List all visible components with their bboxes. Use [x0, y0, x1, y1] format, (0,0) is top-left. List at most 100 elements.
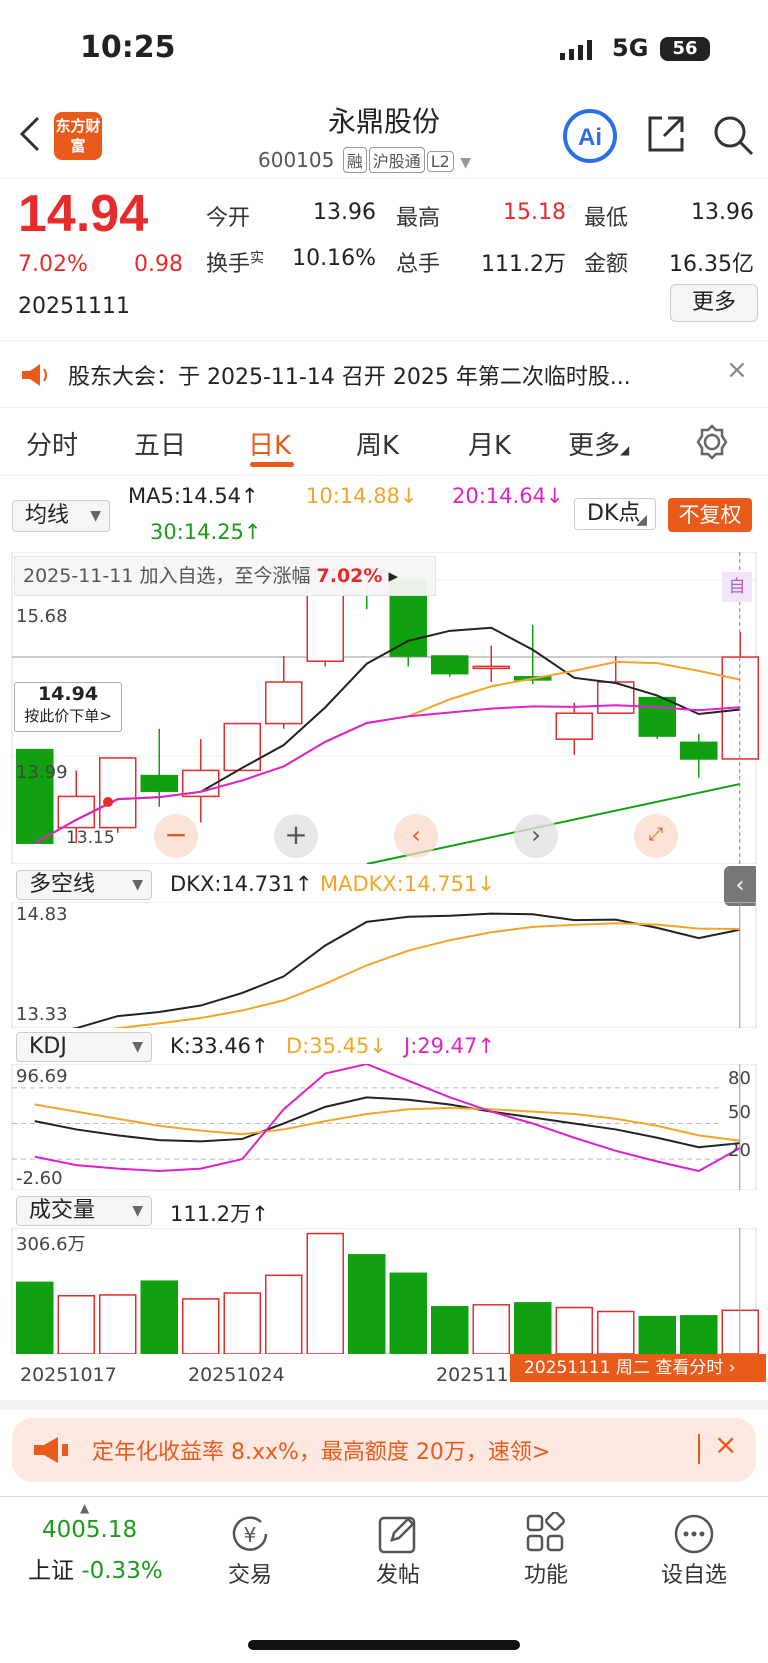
date-tooltip-button[interactable]: 20251111 周二 查看分时 › — [510, 1354, 766, 1382]
promo-banner[interactable]: 定年化收益率 8.xx%，最高额度 20万，速领> × — [12, 1418, 756, 1482]
volume-bar — [680, 1315, 718, 1354]
yuan-icon: ¥ — [232, 1516, 268, 1551]
ma-select[interactable]: 均线 ▼ — [12, 500, 110, 532]
volume-select[interactable]: 成交量 ▼ — [16, 1196, 152, 1226]
dkx-y-top: 14.83 — [16, 904, 68, 925]
tab-daily-k[interactable]: 日K — [248, 425, 291, 462]
search-icon[interactable] — [712, 114, 754, 156]
candle-body — [472, 665, 510, 670]
notice-bar[interactable]: 股东大会：于 2025-11-14 召开 2025 年第二次临时股... × — [0, 340, 768, 408]
dkx-select[interactable]: 多空线 ▼ — [16, 870, 152, 900]
volume-bar — [306, 1232, 344, 1354]
index-line[interactable]: 上证 -0.33% — [28, 1551, 163, 1585]
fullscreen-icon[interactable]: ⤢ — [634, 814, 678, 858]
close-icon[interactable]: × — [714, 1428, 737, 1461]
low-label: 最低 — [584, 206, 629, 231]
tag-margin: 融 — [342, 147, 367, 173]
kdj-d: D:35.45↓ — [286, 1034, 387, 1058]
kdj-select[interactable]: KDJ ▼ — [16, 1032, 152, 1062]
amount-label: 金额 — [584, 252, 629, 277]
kdj-level-80: 80 — [728, 1068, 751, 1089]
ma5-line — [34, 626, 741, 845]
svg-text:Ai: Ai — [578, 124, 602, 151]
candle-body — [57, 795, 95, 829]
candle-body — [265, 681, 303, 725]
banner-divider — [698, 1434, 700, 1464]
open-label: 今开 — [206, 206, 251, 231]
turnover-value: 10.16% — [292, 246, 376, 271]
ma20-line — [34, 704, 741, 845]
expand-up-icon[interactable]: ▲ — [80, 1501, 89, 1515]
candle-body — [555, 712, 593, 740]
zoom-out-button[interactable]: − — [154, 814, 198, 858]
volume-y-top: 306.6万 — [16, 1234, 86, 1255]
stock-code-line[interactable]: 600105 融沪股通 L2 ▼ — [258, 147, 471, 173]
candle-body — [431, 655, 469, 675]
watch-note[interactable]: 2025-11-11 加入自选，至今涨幅 7.02% ▸ — [14, 556, 436, 596]
kdj-y-bottom: -2.60 — [16, 1168, 63, 1189]
ai-icon[interactable]: Ai — [562, 108, 618, 164]
volume-bar — [182, 1298, 220, 1354]
chevron-down-icon: ▼ — [460, 155, 471, 171]
high-label: 最高 — [396, 206, 441, 231]
tab-monthly-k[interactable]: 月K — [468, 425, 511, 462]
edit-icon — [378, 1516, 416, 1554]
kdj-j-line — [34, 1064, 741, 1173]
battery-icon: 56 — [660, 37, 710, 61]
tab-more[interactable]: 更多◢ — [568, 425, 629, 462]
signal-icon — [560, 40, 592, 60]
volume-indicator-value: 111.2万↑ — [170, 1202, 269, 1226]
ma20-value: 20:14.64↓ — [452, 484, 564, 508]
open-value: 13.96 — [313, 200, 376, 225]
volume-bar — [597, 1310, 635, 1354]
dk-point-button[interactable]: DK点 ◢ — [574, 498, 656, 530]
madkx-value: MADKX:14.751↓ — [320, 872, 495, 896]
tag-l2: L2 — [426, 151, 454, 172]
volume-value: 111.2万 — [481, 252, 566, 277]
kdj-chart — [11, 1064, 757, 1190]
volume-bar — [472, 1304, 510, 1354]
ma10-value: 10:14.88↓ — [306, 484, 418, 508]
ma5-value: MA5:14.54↑ — [128, 484, 259, 508]
quote-date: 20251111 — [18, 294, 130, 319]
nav-trade[interactable]: ¥ 交易 — [200, 1511, 300, 1589]
volume-bar — [265, 1274, 303, 1354]
scroll-left-button[interactable]: ‹ — [394, 814, 438, 858]
grid-icon — [526, 1512, 565, 1552]
tab-five-day[interactable]: 五日 — [134, 425, 186, 462]
price-tag[interactable]: 14.94 按此价下单> — [14, 682, 122, 732]
volume-bar — [223, 1292, 261, 1354]
bottom-nav: ▲ 4005.18 上证 -0.33% ¥ 交易 发帖 功能 设自选 — [0, 1496, 768, 1663]
volume-bar — [389, 1272, 427, 1354]
collapse-panel-icon[interactable]: ‹ — [724, 866, 756, 906]
low-value: 13.96 — [691, 200, 754, 225]
kdj-level-50: 50 — [728, 1102, 751, 1123]
status-time: 10:25 — [80, 30, 176, 65]
tab-intraday[interactable]: 分时 — [26, 425, 78, 462]
candle-body — [638, 696, 676, 737]
dkx-value: DKX:14.731↑ — [170, 872, 313, 896]
panel-frame — [11, 902, 757, 1028]
x-date-2: 20251024 — [188, 1364, 285, 1386]
scroll-right-button[interactable]: › — [514, 814, 558, 858]
y-axis-top: 15.68 — [16, 606, 68, 627]
more-button[interactable]: 更多 — [670, 284, 758, 322]
stock-code: 600105 — [258, 148, 335, 172]
volume-bar — [638, 1315, 676, 1354]
volume-bar — [348, 1254, 386, 1354]
nav-post[interactable]: 发帖 — [348, 1511, 448, 1589]
close-icon[interactable]: × — [726, 355, 748, 385]
notice-text: 股东大会：于 2025-11-14 召开 2025 年第二次临时股... — [68, 365, 631, 390]
speaker-icon — [22, 364, 47, 386]
share-icon[interactable] — [646, 114, 686, 154]
self-select-marker: 自 — [722, 572, 752, 602]
nav-function[interactable]: 功能 — [496, 1511, 596, 1589]
nav-add-watch[interactable]: 设自选 — [644, 1511, 744, 1589]
no-adjust-button[interactable]: 不复权 — [668, 498, 752, 532]
change-pct: 7.02% — [18, 252, 88, 277]
zoom-in-button[interactable]: + — [274, 814, 318, 858]
settings-gear-icon[interactable] — [694, 424, 730, 460]
tab-weekly-k[interactable]: 周K — [356, 425, 399, 462]
index-value[interactable]: 4005.18 — [42, 1517, 137, 1543]
kdj-level-20: 20 — [728, 1140, 751, 1161]
